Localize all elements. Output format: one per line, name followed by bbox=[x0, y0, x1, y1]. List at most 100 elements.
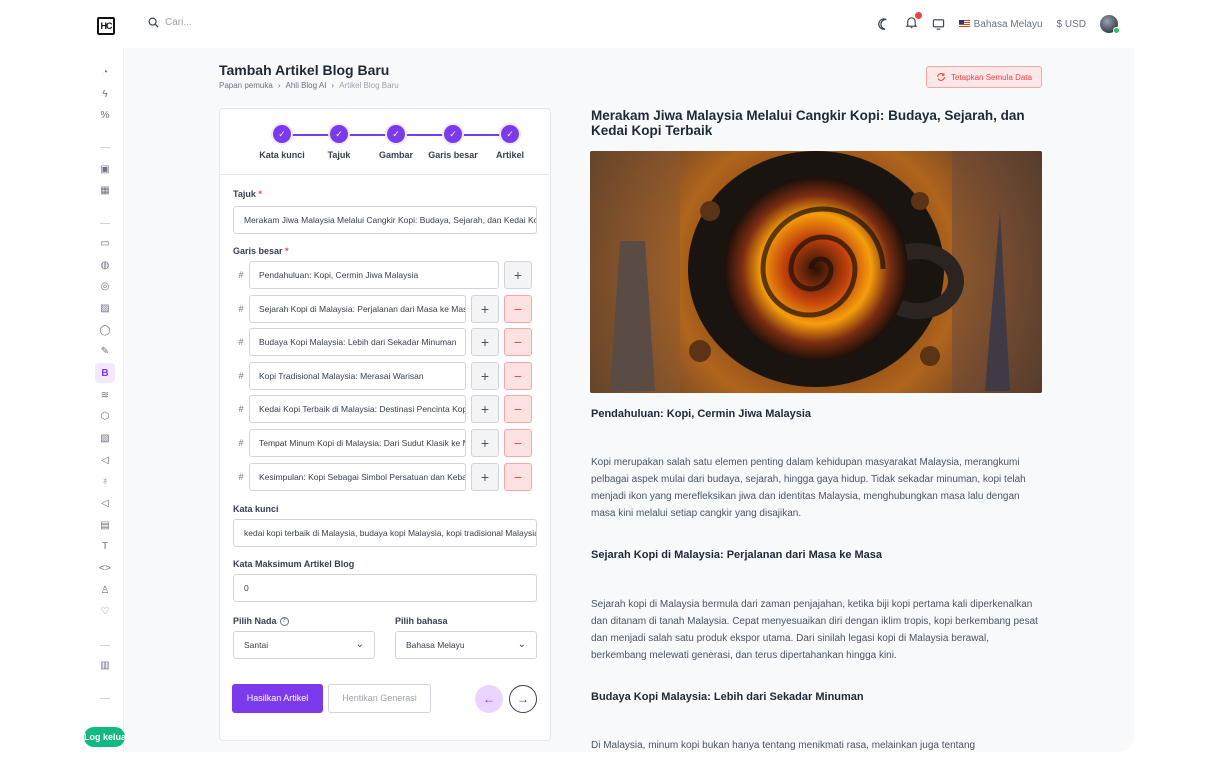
title-field-label: Tajuk * bbox=[233, 189, 262, 199]
add-outline-button[interactable]: + bbox=[471, 463, 499, 491]
article-hero-image bbox=[590, 151, 1042, 393]
reset-data-label: Tetapkan Semula Data bbox=[951, 72, 1032, 82]
next-step-button[interactable]: → bbox=[509, 685, 537, 713]
stop-generation-button[interactable]: Hentikan Generasi bbox=[328, 684, 431, 713]
notification-button[interactable] bbox=[905, 11, 923, 32]
outline-field-label: Garis besar * bbox=[233, 246, 289, 256]
dashboard-icon[interactable]: ◔ bbox=[95, 62, 115, 82]
outline-input[interactable]: Tempat Minum Kopi di Malaysia: Dari Sudu… bbox=[249, 429, 466, 457]
language-field-label: Pilih bahasa bbox=[395, 616, 448, 626]
logout-button[interactable]: Log keluar bbox=[84, 727, 125, 747]
outline-input[interactable]: Sejarah Kopi di Malaysia: Perjalanan dar… bbox=[249, 295, 466, 323]
breadcrumb-item[interactable]: Papan pemuka bbox=[219, 81, 273, 90]
generate-article-button[interactable]: Hasilkan Artikel bbox=[232, 684, 323, 713]
add-outline-button[interactable]: + bbox=[471, 429, 499, 457]
text-icon[interactable]: T bbox=[95, 536, 115, 556]
currency-selector[interactable]: $ USD bbox=[1057, 19, 1086, 30]
photo-icon[interactable]: ▧ bbox=[95, 428, 115, 448]
speaker-icon[interactable]: ◁ bbox=[95, 450, 115, 470]
pen-icon[interactable]: ✎ bbox=[95, 341, 115, 361]
sidebar-divider bbox=[100, 645, 110, 646]
article-title: Merakam Jiwa Malaysia Melalui Cangkir Ko… bbox=[591, 108, 1025, 138]
hash-icon: # bbox=[238, 337, 244, 347]
monitor-icon[interactable] bbox=[932, 18, 945, 31]
remove-outline-button[interactable]: − bbox=[504, 463, 532, 491]
previous-step-button[interactable]: ← bbox=[475, 685, 503, 713]
add-outline-button[interactable]: + bbox=[471, 395, 499, 423]
remove-outline-button[interactable]: − bbox=[504, 362, 532, 390]
step-article[interactable]: ✓ Artikel bbox=[475, 125, 545, 160]
target-icon[interactable]: ◎ bbox=[95, 276, 115, 296]
add-outline-button[interactable]: + bbox=[471, 328, 499, 356]
article-section-body: Sejarah kopi di Malaysia bermula dari za… bbox=[591, 599, 1038, 661]
keywords-input[interactable]: kedai kopi terbaik di Malaysia, budaya k… bbox=[233, 519, 537, 547]
breadcrumb-separator: › bbox=[331, 81, 335, 90]
article-section-body: Di Malaysia, minum kopi bukan hanya tent… bbox=[591, 740, 976, 751]
coffee-cup-illustration bbox=[590, 151, 1042, 393]
hash-icon: # bbox=[238, 270, 244, 280]
check-icon: ✓ bbox=[444, 125, 462, 143]
add-outline-button[interactable]: + bbox=[504, 261, 532, 289]
chat-icon[interactable]: ▭ bbox=[95, 233, 115, 253]
audio-icon[interactable]: ◁ bbox=[95, 493, 115, 513]
max-words-input[interactable]: 0 bbox=[233, 574, 537, 602]
app-logo[interactable]: HC bbox=[97, 17, 115, 35]
remove-outline-button[interactable]: − bbox=[504, 295, 532, 323]
hash-icon: # bbox=[238, 371, 244, 381]
code-icon[interactable]: <> bbox=[95, 558, 115, 578]
mic-icon[interactable]: ♁ bbox=[95, 471, 115, 491]
check-icon: ✓ bbox=[273, 125, 291, 143]
tone-field-label: Pilih Nada? bbox=[233, 616, 289, 627]
message-icon[interactable]: ◯ bbox=[95, 320, 115, 340]
article-section-heading: Pendahuluan: Kopi, Cermin Jiwa Malaysia bbox=[591, 408, 812, 420]
title-input[interactable]: Merakam Jiwa Malaysia Melalui Cangkir Ko… bbox=[233, 206, 537, 234]
outline-input[interactable]: Kedai Kopi Terbaik di Malaysia: Destinas… bbox=[249, 395, 466, 423]
remove-outline-button[interactable]: − bbox=[504, 328, 532, 356]
reset-data-button[interactable]: Tetapkan Semula Data bbox=[926, 66, 1042, 88]
add-outline-button[interactable]: + bbox=[471, 362, 499, 390]
remove-outline-button[interactable]: − bbox=[504, 395, 532, 423]
article-section-body: Kopi merupakan salah satu elemen penting… bbox=[591, 457, 1026, 519]
check-icon: ✓ bbox=[501, 125, 519, 143]
info-icon[interactable]: ? bbox=[279, 617, 289, 627]
avatar[interactable] bbox=[1100, 15, 1120, 34]
search-box[interactable]: Cari... bbox=[148, 17, 192, 28]
search-input[interactable]: Cari... bbox=[165, 17, 192, 28]
language-label: Bahasa Melayu bbox=[973, 18, 1043, 30]
breadcrumb-separator: › bbox=[277, 81, 281, 90]
tone-selected-value: Santai bbox=[244, 640, 269, 650]
language-selector[interactable]: Bahasa Melayu bbox=[958, 18, 1043, 30]
max-words-field-label: Kata Maksimum Artikel Blog bbox=[233, 559, 355, 569]
award-icon[interactable]: ♙ bbox=[95, 580, 115, 600]
outline-input[interactable]: Kopi Tradisional Malaysia: Merasai Waris… bbox=[249, 362, 466, 390]
document-icon[interactable]: ▤ bbox=[95, 515, 115, 535]
page-title: Tambah Artikel Blog Baru bbox=[219, 62, 390, 78]
check-icon: ✓ bbox=[387, 125, 405, 143]
language-select[interactable]: Bahasa Melayu ⌄ bbox=[395, 631, 537, 659]
outline-input[interactable]: Budaya Kopi Malaysia: Lebih dari Sekadar… bbox=[249, 328, 466, 356]
tone-select[interactable]: Santai ⌄ bbox=[233, 631, 375, 659]
notification-badge bbox=[913, 11, 923, 20]
moon-icon[interactable] bbox=[877, 17, 891, 31]
folder-icon[interactable]: ▣ bbox=[95, 159, 115, 179]
chevron-down-icon: ⌄ bbox=[355, 639, 364, 650]
outline-input[interactable]: Kesimpulan: Kopi Sebagai Simbol Persatua… bbox=[249, 463, 466, 491]
article-section-heading: Sejarah Kopi di Malaysia: Perjalanan dar… bbox=[591, 549, 883, 561]
layers-icon[interactable]: ≋ bbox=[95, 385, 115, 405]
globe-icon[interactable]: ◍ bbox=[95, 255, 115, 275]
percent-icon[interactable]: % bbox=[95, 105, 115, 125]
breadcrumb-item[interactable]: Ahli Blog AI bbox=[286, 81, 327, 90]
arrow-right-icon: → bbox=[517, 692, 529, 706]
grid-icon[interactable]: ▦ bbox=[95, 180, 115, 200]
online-status-dot bbox=[1113, 27, 1120, 34]
heart-icon[interactable]: ♡ bbox=[95, 601, 115, 621]
add-outline-button[interactable]: + bbox=[471, 295, 499, 323]
outline-input[interactable]: Pendahuluan: Kopi, Cermin Jiwa Malaysia bbox=[249, 261, 499, 289]
chart-icon[interactable]: ▥ bbox=[95, 655, 115, 675]
cube-icon[interactable]: ⬡ bbox=[95, 406, 115, 426]
image-icon[interactable]: ▨ bbox=[95, 298, 115, 318]
blog-icon[interactable]: B bbox=[95, 363, 115, 383]
remove-outline-button[interactable]: − bbox=[504, 429, 532, 457]
bolt-icon[interactable]: ϟ bbox=[95, 84, 115, 104]
hash-icon: # bbox=[238, 438, 244, 448]
